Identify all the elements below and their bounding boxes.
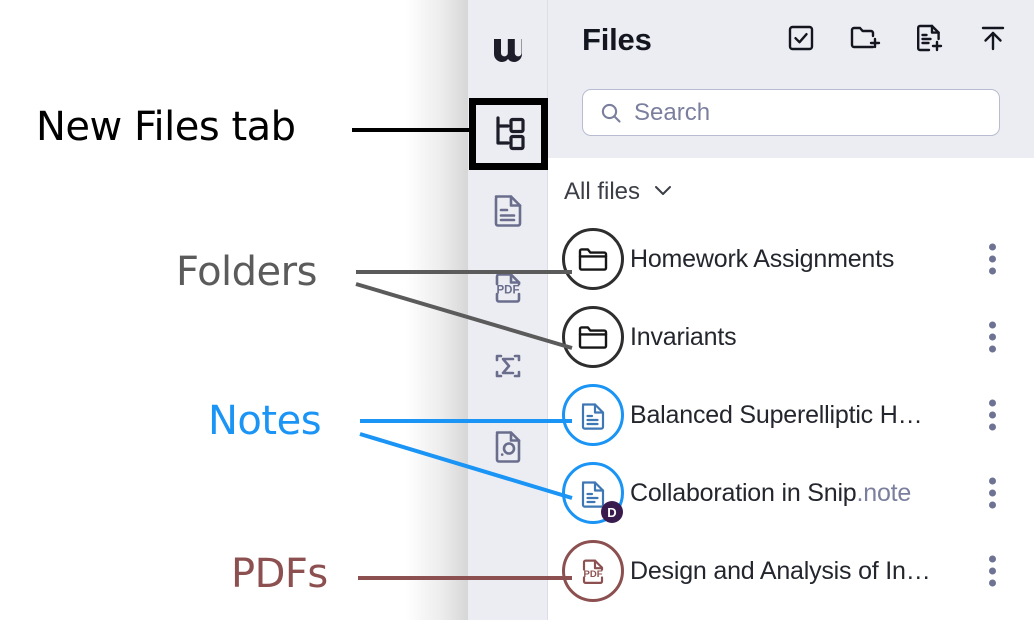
file-name: Design and Analysis of In… (630, 557, 931, 586)
snip-app-window: PDF (468, 0, 1034, 620)
table-row[interactable]: Invariants (548, 298, 1034, 376)
upload-arrow-icon (977, 23, 1009, 58)
kebab-menu-icon[interactable] (985, 318, 1000, 357)
table-row[interactable]: Balanced Superelliptic H… (548, 376, 1034, 454)
table-row[interactable]: Homework Assignments (548, 220, 1034, 298)
table-row[interactable]: PDF Design and Analysis of In… (548, 532, 1034, 610)
file-name: Balanced Superelliptic H… (630, 401, 922, 430)
header-row: Files (548, 0, 1034, 80)
all-files-filter[interactable]: All files (564, 178, 674, 206)
annotation-pdfs: PDFs (231, 551, 328, 597)
svg-text:PDF: PDF (496, 284, 519, 296)
kebab-menu-icon[interactable] (985, 474, 1000, 513)
note-icon (562, 384, 624, 446)
sidebar-item-pdfs[interactable]: PDF (468, 254, 547, 326)
search-input[interactable]: Search (582, 89, 1000, 136)
pdf-icon: PDF (562, 540, 624, 602)
screenshot-root: PDF (0, 0, 1034, 620)
folder-icon (562, 306, 624, 368)
folder-icon (562, 228, 624, 290)
window-edge-shadow (400, 0, 468, 620)
sidebar-item-files-tree[interactable] (468, 98, 547, 170)
folder-plus-icon (849, 23, 881, 58)
pdf-file-icon: PDF (488, 268, 528, 313)
image-search-icon (488, 426, 528, 471)
sidebar-item-equations[interactable] (468, 332, 547, 404)
files-list-container: All files (548, 158, 1034, 620)
file-name: Collaboration in Snip.note (630, 479, 911, 508)
kebab-menu-icon[interactable] (985, 552, 1000, 591)
annotation-notes: Notes (208, 398, 321, 444)
status-badge: D (601, 501, 623, 523)
sigma-brackets-icon (488, 346, 528, 391)
app-logo[interactable] (468, 14, 547, 86)
files-list: Homework Assignments Invariants (548, 220, 1034, 610)
file-extension: .note (857, 479, 912, 507)
file-name: Homework Assignments (630, 245, 894, 274)
note-share-icon: D (562, 462, 624, 524)
all-files-label: All files (564, 178, 640, 206)
file-plus-icon (913, 23, 945, 58)
chevron-down-icon (652, 183, 674, 202)
hierarchy-tree-icon (487, 111, 529, 158)
header-toolbar (784, 23, 1010, 57)
upload-button[interactable] (976, 23, 1010, 57)
sidebar-item-images[interactable] (468, 412, 547, 484)
kebab-menu-icon[interactable] (985, 240, 1000, 279)
file-name: Invariants (630, 323, 736, 352)
search-placeholder: Search (634, 99, 710, 127)
kebab-menu-icon[interactable] (985, 396, 1000, 435)
files-panel: Files (548, 0, 1034, 620)
svg-text:PDF: PDF (584, 569, 603, 580)
annotation-new-files-tab: New Files tab (36, 104, 296, 150)
files-panel-header: Files (548, 0, 1034, 158)
search-icon (599, 101, 623, 125)
checkbox-check-icon (786, 23, 816, 58)
sidebar-item-notes[interactable] (468, 176, 547, 248)
page-title: Files (582, 22, 652, 58)
sidebar-rail: PDF (468, 0, 548, 620)
annotation-folders: Folders (176, 249, 317, 295)
document-lines-icon (488, 190, 528, 235)
table-row[interactable]: D Collaboration in Snip.note (548, 454, 1034, 532)
select-mode-button[interactable] (784, 23, 818, 57)
new-note-button[interactable] (912, 23, 946, 57)
new-folder-button[interactable] (848, 23, 882, 57)
